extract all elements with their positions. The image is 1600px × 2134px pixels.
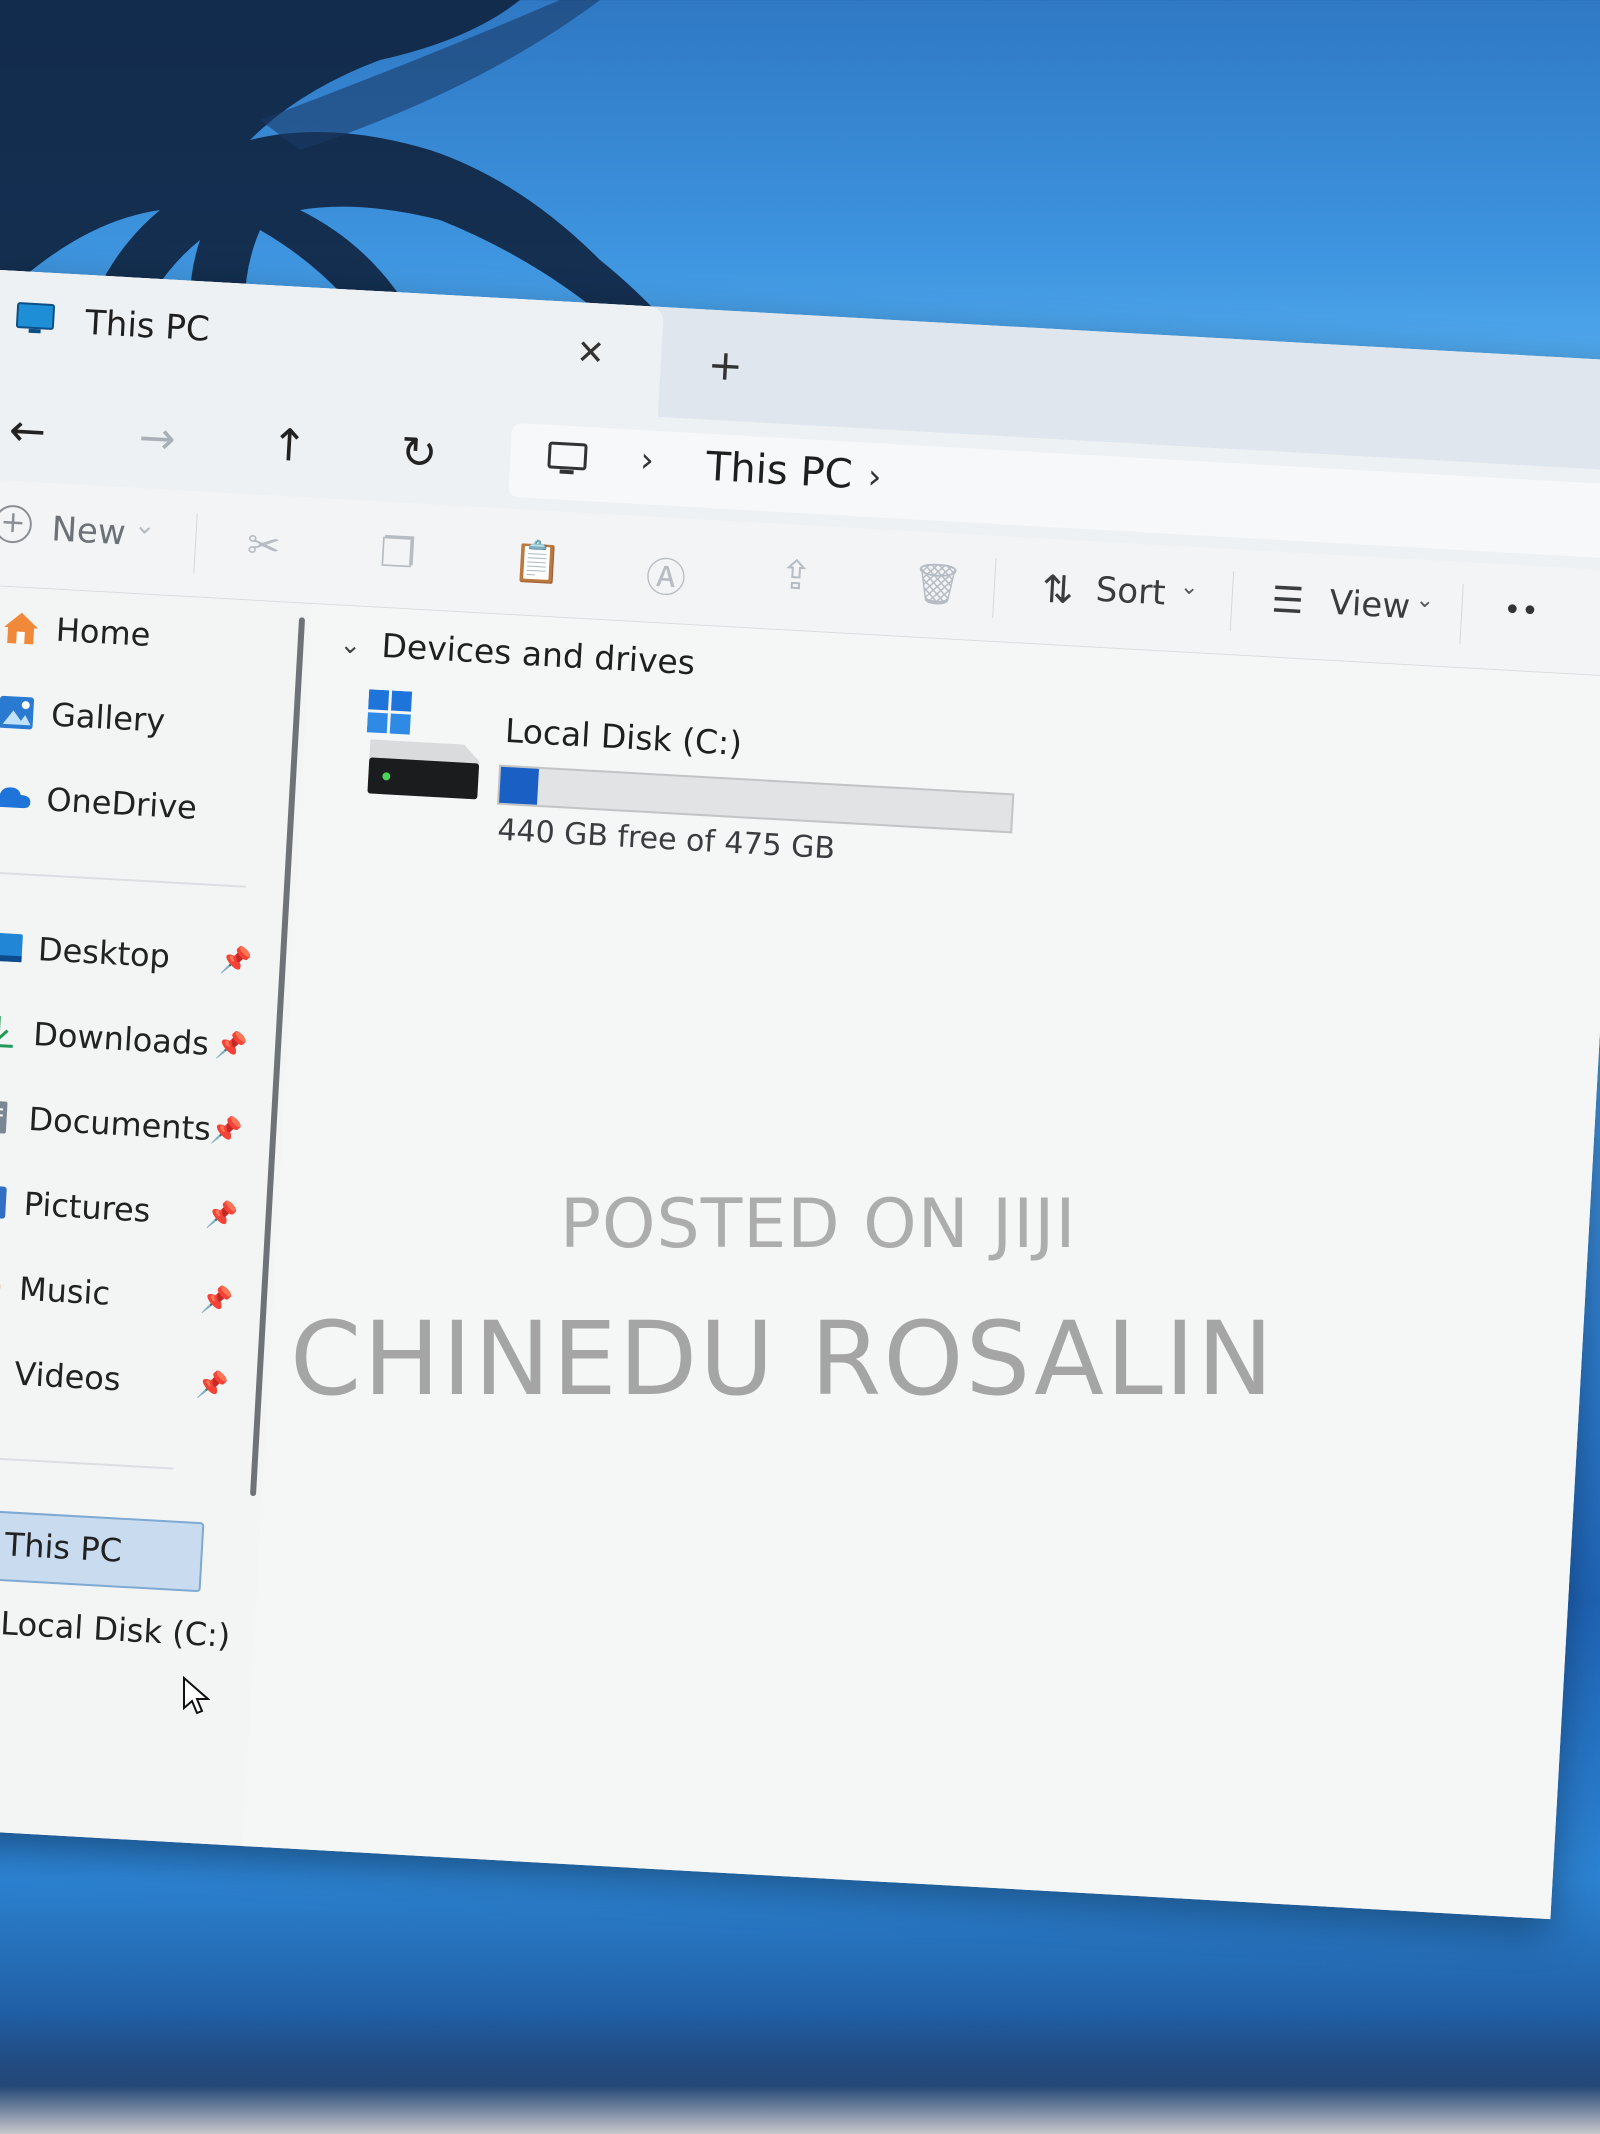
sidebar-item-label: Music xyxy=(18,1269,112,1313)
rename-icon[interactable]: Ⓐ xyxy=(644,545,688,605)
video-icon xyxy=(0,1352,1,1390)
pin-icon[interactable]: 📌 xyxy=(205,1200,239,1232)
download-icon xyxy=(0,1016,13,1048)
up-arrow-icon[interactable]: ↑ xyxy=(269,419,309,472)
sidebar-item-music[interactable]: Music xyxy=(0,1256,112,1324)
pin-icon[interactable]: 📌 xyxy=(195,1370,229,1402)
sidebar-item-desktop[interactable]: Desktop xyxy=(0,916,172,986)
sidebar-item-local-disk[interactable]: Local Disk (C:) xyxy=(0,1590,232,1666)
forward-arrow-icon[interactable]: → xyxy=(137,412,177,465)
sidebar-item-gallery[interactable]: Gallery xyxy=(0,681,167,750)
monitor-icon xyxy=(15,302,56,334)
sidebar-item-documents[interactable]: Documents xyxy=(0,1086,212,1159)
sidebar-item-label: Home xyxy=(54,610,152,654)
chevron-down-icon: ⌄ xyxy=(133,509,157,542)
group-header-devices-and-drives[interactable]: Devices and drives xyxy=(381,626,697,682)
more-options-button[interactable]: •• xyxy=(1502,592,1539,629)
breadcrumb-chevron-icon[interactable]: › xyxy=(867,457,883,498)
sidebar-item-label: Downloads xyxy=(32,1015,210,1063)
chevron-down-icon: ⌄ xyxy=(1415,587,1435,614)
view-icon: ☰ xyxy=(1270,579,1305,623)
music-icon xyxy=(0,1270,1,1303)
home-icon xyxy=(4,612,39,645)
cloud-icon xyxy=(0,787,31,809)
close-icon[interactable]: ✕ xyxy=(575,332,606,374)
sort-button[interactable]: Sort xyxy=(1095,570,1167,614)
toolbar-divider xyxy=(1459,584,1464,645)
hard-drive-icon xyxy=(366,689,480,800)
plus-circle-icon: + xyxy=(0,504,33,545)
sidebar-item-pictures[interactable]: Pictures xyxy=(0,1171,152,1241)
share-icon[interactable]: ⇪ xyxy=(778,552,814,600)
pin-icon[interactable]: 📌 xyxy=(219,945,253,977)
sidebar-item-downloads[interactable]: Downloads xyxy=(0,1001,211,1074)
watermark-line-1: POSTED ON JIJI xyxy=(560,1185,1077,1264)
sort-icon: ⇅ xyxy=(1040,566,1075,613)
sidebar-item-label: Local Disk (C:) xyxy=(0,1604,232,1655)
new-tab-button[interactable]: + xyxy=(706,340,744,391)
drive-free-space: 440 GB free of 475 GB xyxy=(496,812,836,867)
sidebar-item-label: Pictures xyxy=(22,1184,152,1230)
sidebar-item-label: This PC xyxy=(3,1525,123,1570)
gallery-icon xyxy=(0,695,35,730)
toolbar-divider xyxy=(193,513,198,574)
sidebar-item-home[interactable]: Home xyxy=(0,597,152,665)
sidebar-item-label: OneDrive xyxy=(45,780,198,827)
cut-icon[interactable]: ✂ xyxy=(246,522,282,570)
desktop-icon xyxy=(0,932,23,963)
sidebar-item-this-pc[interactable]: This PC xyxy=(0,1511,124,1581)
sidebar-item-videos[interactable]: Videos xyxy=(0,1340,122,1409)
mouse-cursor-icon xyxy=(183,1676,210,1715)
sidebar-divider xyxy=(0,1454,174,1470)
sidebar-divider xyxy=(0,870,247,888)
pin-icon[interactable]: 📌 xyxy=(214,1030,248,1062)
drive-usage-fill xyxy=(499,766,539,805)
sidebar-item-onedrive[interactable]: OneDrive xyxy=(0,766,198,837)
new-button[interactable]: New xyxy=(50,509,126,553)
refresh-icon[interactable]: ↻ xyxy=(399,427,439,480)
copy-icon[interactable]: ❐ xyxy=(379,530,417,578)
pin-icon[interactable]: 📌 xyxy=(200,1285,234,1317)
file-explorer-window: This PC ✕ + ← → ↑ ↻ › This PC › + New ⌄ … xyxy=(0,270,1600,1920)
sidebar-item-label: Documents xyxy=(27,1099,212,1149)
sidebar-item-label: Desktop xyxy=(37,930,171,976)
toolbar-divider xyxy=(992,558,997,618)
chevron-down-icon: ⌄ xyxy=(1179,574,1200,601)
document-icon xyxy=(0,1100,8,1134)
breadcrumb-this-pc[interactable]: This PC xyxy=(705,444,854,498)
view-button[interactable]: View xyxy=(1328,583,1411,627)
delete-icon[interactable]: 🗑 xyxy=(911,559,964,609)
drive-name[interactable]: Local Disk (C:) xyxy=(504,711,743,763)
paste-icon[interactable]: 📋 xyxy=(511,537,563,587)
desktop-bottom-shade xyxy=(0,2014,1600,2134)
back-arrow-icon[interactable]: ← xyxy=(8,405,48,458)
chevron-down-icon[interactable]: ⌄ xyxy=(339,630,362,661)
breadcrumb-chevron-icon[interactable]: › xyxy=(639,440,655,481)
sidebar-item-label: Videos xyxy=(13,1354,122,1399)
sidebar-item-label: Gallery xyxy=(50,695,167,740)
computer-icon xyxy=(547,441,588,475)
watermark-line-2: CHINEDU ROSALIN xyxy=(290,1300,1276,1419)
toolbar-divider xyxy=(1229,571,1235,632)
tab-title: This PC xyxy=(84,302,211,350)
pin-icon[interactable]: 📌 xyxy=(209,1115,243,1147)
pictures-icon xyxy=(0,1185,7,1219)
